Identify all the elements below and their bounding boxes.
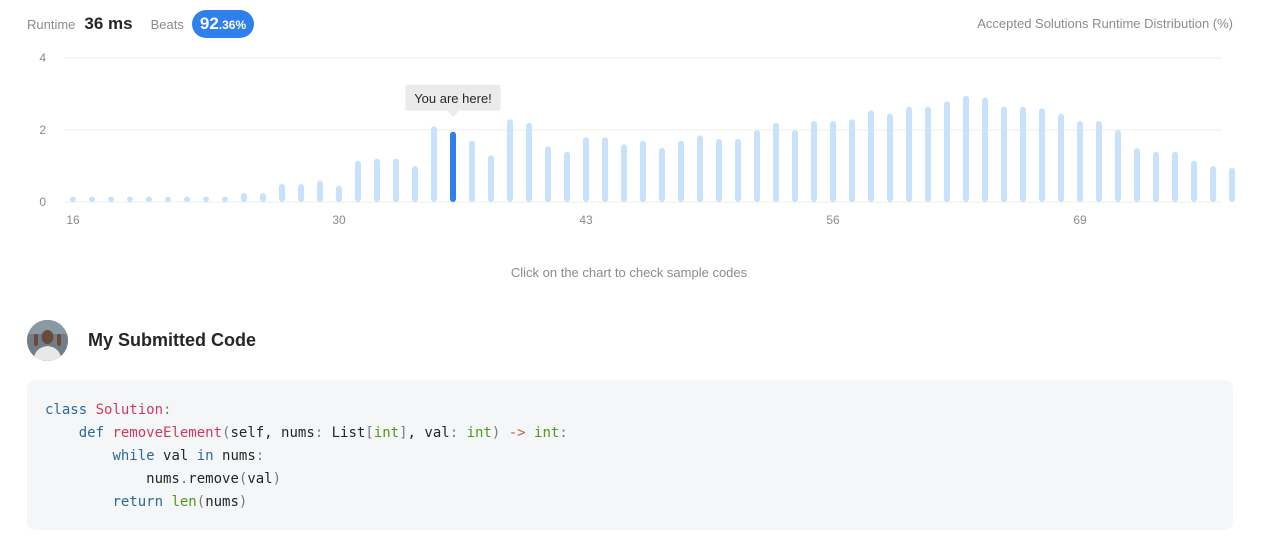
chart-bar[interactable] xyxy=(735,139,741,202)
chart-bar[interactable] xyxy=(640,140,646,202)
chart-bar[interactable] xyxy=(260,193,266,202)
chart-bar[interactable] xyxy=(1096,121,1102,202)
tooltip-text: You are here! xyxy=(414,91,492,106)
x-tick-label: 16 xyxy=(66,213,80,227)
code-text[interactable]: class Solution: def removeElement(self, … xyxy=(45,399,1215,514)
chart-bar[interactable] xyxy=(89,196,95,202)
runtime-label: Runtime xyxy=(27,16,76,32)
chart-bar[interactable] xyxy=(298,184,304,202)
chart-bar[interactable] xyxy=(1153,151,1159,202)
runtime-value: 36 ms xyxy=(84,14,133,33)
y-tick-label: 4 xyxy=(39,51,46,65)
beats-percent-dec: .36% xyxy=(218,18,247,32)
x-tick-label: 56 xyxy=(826,213,840,227)
x-tick-label: 43 xyxy=(579,213,593,227)
chart-bar[interactable] xyxy=(678,140,684,202)
y-tick-label: 2 xyxy=(39,123,46,137)
chart-bar[interactable] xyxy=(792,130,798,202)
chart-bar[interactable] xyxy=(545,146,551,202)
tooltip-arrow xyxy=(447,110,459,117)
chart-hint: Click on the chart to check sample codes xyxy=(510,265,748,280)
y-tick-label: 0 xyxy=(39,195,46,209)
chart-bar[interactable] xyxy=(830,121,836,202)
chart-bar[interactable] xyxy=(469,140,475,202)
chart-bar[interactable] xyxy=(203,196,209,202)
chart-bar[interactable] xyxy=(868,110,874,202)
beats-percent-int: 92 xyxy=(199,14,219,33)
chart-bar[interactable] xyxy=(317,180,323,202)
chart-bar[interactable] xyxy=(146,196,152,202)
chart-bar[interactable] xyxy=(355,160,361,202)
chart-bar[interactable] xyxy=(583,137,589,202)
code-block[interactable]: class Solution: def removeElement(self, … xyxy=(27,380,1233,530)
chart-bar[interactable] xyxy=(963,95,969,202)
chart-bar[interactable] xyxy=(811,121,817,202)
chart-bar[interactable] xyxy=(1210,166,1216,202)
chart-bar[interactable] xyxy=(754,130,760,202)
chart-bar-current[interactable] xyxy=(450,131,456,202)
chart-bar[interactable] xyxy=(431,126,437,202)
runtime-distribution-chart[interactable]: 0 2 4 16 30 43 56 69 You are here! xyxy=(0,40,1240,240)
chart-bar[interactable] xyxy=(1191,160,1197,202)
chart-bar[interactable] xyxy=(1077,121,1083,202)
chart-bar[interactable] xyxy=(1115,130,1121,202)
chart-bar[interactable] xyxy=(1172,151,1178,202)
chart-bar[interactable] xyxy=(1058,113,1064,202)
chart-bar[interactable] xyxy=(165,196,171,202)
chart-bar[interactable] xyxy=(507,119,513,202)
chart-bar[interactable] xyxy=(279,184,285,202)
chart-bar[interactable] xyxy=(925,106,931,202)
chart-bar[interactable] xyxy=(127,196,133,202)
x-tick-label: 30 xyxy=(332,213,346,227)
beats-label: Beats xyxy=(150,16,184,32)
chart-bar[interactable] xyxy=(488,155,494,202)
chart-bar[interactable] xyxy=(526,122,532,202)
chart-bar[interactable] xyxy=(184,196,190,202)
chart-bar[interactable] xyxy=(1134,148,1140,202)
chart-bar[interactable] xyxy=(1020,106,1026,202)
beats-badge: 92.36% xyxy=(191,10,255,38)
chart-bar[interactable] xyxy=(1039,108,1045,202)
chart-bar[interactable] xyxy=(1229,167,1235,202)
runtime-stats: Runtime 36 ms Beats 92.36% xyxy=(27,10,255,38)
chart-bar[interactable] xyxy=(773,122,779,202)
chart-bar[interactable] xyxy=(887,113,893,202)
chart-bar[interactable] xyxy=(336,185,342,202)
chart-bar[interactable] xyxy=(602,137,608,202)
code-header: My Submitted Code xyxy=(27,320,256,361)
chart-bar[interactable] xyxy=(108,196,114,202)
code-title: My Submitted Code xyxy=(88,330,257,350)
chart-bar[interactable] xyxy=(621,144,627,202)
chart-bar[interactable] xyxy=(241,193,247,202)
x-tick-label: 69 xyxy=(1073,213,1087,227)
chart-bar[interactable] xyxy=(659,148,665,202)
chart-bar[interactable] xyxy=(412,166,418,202)
distribution-title: Accepted Solutions Runtime Distribution … xyxy=(977,16,1233,31)
chart-bar[interactable] xyxy=(716,139,722,202)
chart-bar[interactable] xyxy=(222,196,228,202)
avatar[interactable] xyxy=(27,320,68,361)
chart-bar[interactable] xyxy=(564,151,570,202)
chart-bar[interactable] xyxy=(944,101,950,202)
chart-bar[interactable] xyxy=(697,135,703,202)
chart-bar[interactable] xyxy=(849,119,855,202)
chart-bar[interactable] xyxy=(70,196,76,202)
chart-bar[interactable] xyxy=(393,158,399,202)
chart-bar[interactable] xyxy=(1001,106,1007,202)
chart-bar[interactable] xyxy=(374,158,380,202)
chart-bar[interactable] xyxy=(906,106,912,202)
chart-bar[interactable] xyxy=(982,97,988,202)
